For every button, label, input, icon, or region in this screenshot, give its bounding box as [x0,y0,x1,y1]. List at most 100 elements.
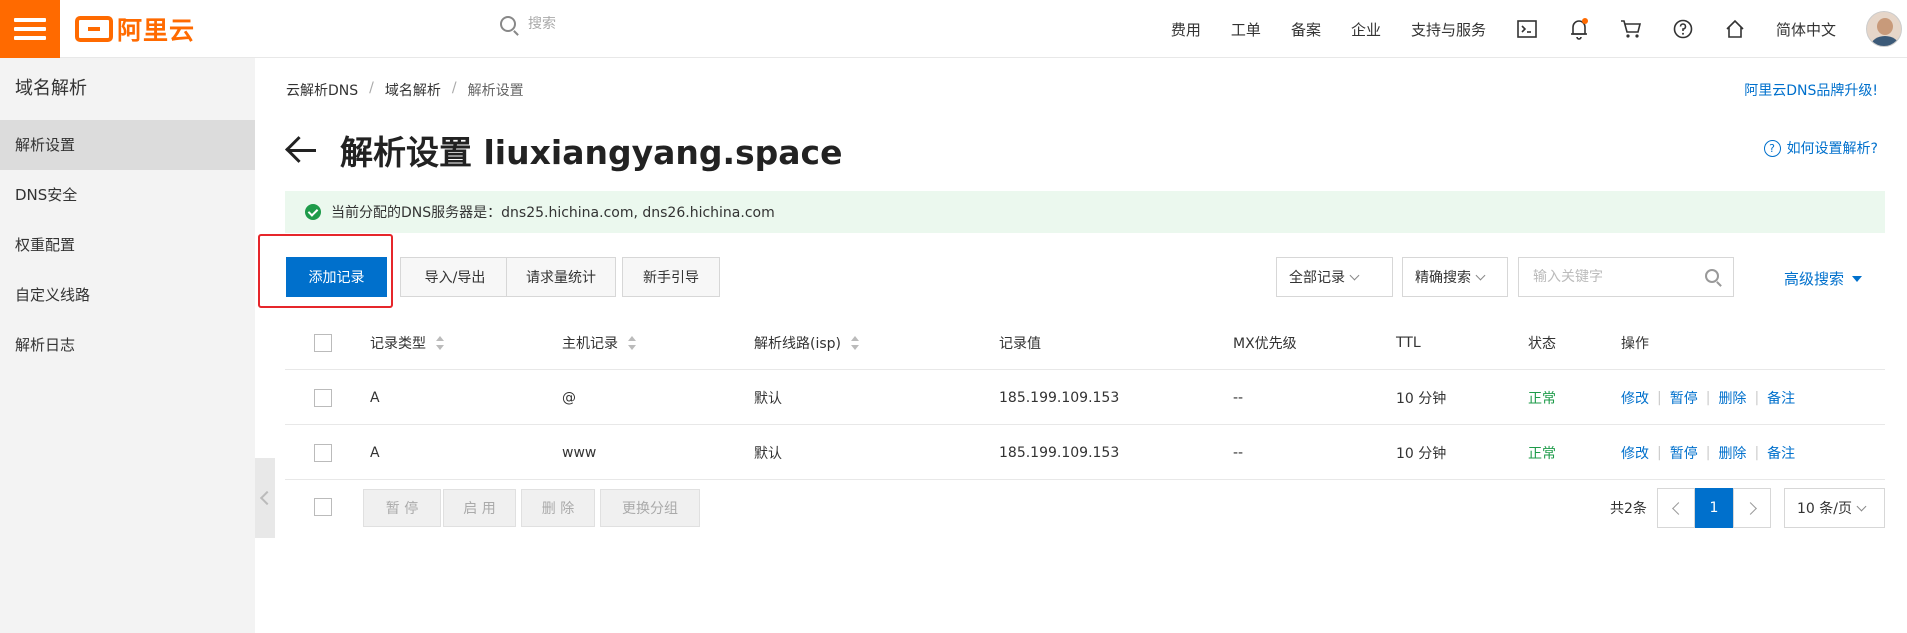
back-arrow-icon[interactable] [286,135,320,165]
add-record-button[interactable]: 添加记录 [286,257,387,297]
keyword-search-box[interactable] [1518,257,1734,297]
bulk-pause-button[interactable]: 暂 停 [363,489,441,527]
nav-tickets[interactable]: 工单 [1231,19,1261,40]
cell-status: 正常 [1528,390,1556,407]
cell-mx: -- [1233,444,1244,461]
records-table: 记录类型 主机记录 解析线路(isp) 记录值 MX优先级 TTL 状态 操作 … [285,315,1885,480]
advanced-search-label: 高级搜索 [1784,270,1845,288]
home-icon[interactable] [1724,18,1746,40]
dns-server-notice: 当前分配的DNS服务器是：dns25.hichina.com, dns26.hi… [285,191,1885,233]
remark-link[interactable]: 备注 [1767,388,1795,408]
avatar[interactable] [1866,11,1902,47]
cell-type: A [370,389,380,406]
table-header: 记录类型 主机记录 解析线路(isp) 记录值 MX优先级 TTL 状态 操作 [285,315,1885,370]
question-icon: ? [1763,139,1781,157]
help-link-label: 如何设置解析? [1786,141,1878,157]
language-switcher[interactable]: 简体中文 [1776,19,1836,40]
menu-button[interactable] [0,0,60,58]
cell-actions: 修改 | 暂停 | 删除 | 备注 [1621,388,1796,408]
remark-link[interactable]: 备注 [1767,443,1795,463]
search-mode-select[interactable]: 精确搜索 [1402,257,1508,297]
sidebar-item-dns-security[interactable]: DNS安全 [0,170,255,220]
chevron-down-icon [1856,501,1867,511]
chevron-down-icon [1349,270,1360,280]
sidebar-item-dns-settings[interactable]: 解析设置 [0,120,255,170]
cell-mx: -- [1233,389,1244,406]
search-icon [500,16,516,32]
page-header: 解析设置 liuxiangyang.space [286,126,843,174]
cell-host: @ [562,389,576,406]
cell-ttl: 10 分钟 [1396,390,1447,407]
nav-icp[interactable]: 备案 [1291,19,1321,40]
help-circle-icon[interactable] [1672,18,1694,40]
page-title: 解析设置 liuxiangyang.space [340,133,843,172]
import-export-button[interactable]: 导入/导出 [400,257,510,297]
brand-upgrade-link[interactable]: 阿里云DNS品牌升级! [1744,80,1878,100]
cell-host: www [562,444,597,461]
prev-page-button[interactable] [1657,488,1695,528]
table-row: A @ 默认 185.199.109.153 -- 10 分钟 正常 修改 | 暂… [285,370,1885,425]
breadcrumb-current: 解析设置 [467,83,524,99]
col-line[interactable]: 解析线路(isp) [754,315,859,370]
nav-support[interactable]: 支持与服务 [1411,19,1486,40]
total-count: 共2条 [1610,501,1647,517]
request-stats-button[interactable]: 请求量统计 [506,257,616,297]
sort-icon [628,335,636,350]
cell-status: 正常 [1528,445,1556,462]
sidebar: 域名解析 解析设置 DNS安全 权重配置 自定义线路 解析日志 [0,58,255,633]
logo-text: 阿里云 [117,16,196,45]
search-input[interactable] [528,16,728,32]
guide-button[interactable]: 新手引导 [622,257,720,297]
col-status: 状态 [1528,335,1556,352]
page-number-current[interactable]: 1 [1695,488,1733,528]
breadcrumb-item[interactable]: 域名解析 [385,80,441,100]
bulk-select-checkbox[interactable] [314,498,332,516]
cell-actions: 修改 | 暂停 | 删除 | 备注 [1621,443,1796,463]
change-group-button[interactable]: 更换分组 [600,489,700,527]
search-icon[interactable] [1705,269,1719,283]
col-mx: MX优先级 [1233,335,1297,352]
sort-icon [851,335,859,350]
delete-link[interactable]: 删除 [1718,388,1746,408]
keyword-input[interactable] [1533,269,1703,285]
advanced-search-toggle[interactable]: 高级搜索 [1784,268,1863,289]
check-circle-icon [305,204,321,220]
aliyun-logo-icon [75,16,113,42]
next-page-button[interactable] [1733,488,1771,528]
sidebar-item-custom-line[interactable]: 自定义线路 [0,270,255,320]
delete-link[interactable]: 删除 [1718,443,1746,463]
col-ttl: TTL [1396,334,1421,351]
notice-text: 当前分配的DNS服务器是：dns25.hichina.com, dns26.hi… [331,205,775,221]
page-size-select[interactable]: 10 条/页 [1784,488,1885,528]
row-checkbox[interactable] [314,388,332,407]
cart-icon[interactable] [1620,18,1642,40]
row-checkbox[interactable] [314,443,332,462]
pause-link[interactable]: 暂停 [1670,388,1698,408]
sidebar-item-weight-config[interactable]: 权重配置 [0,220,255,270]
nav-enterprise[interactable]: 企业 [1351,19,1381,40]
nav-billing[interactable]: 费用 [1171,19,1201,40]
col-record-type[interactable]: 记录类型 [370,315,444,370]
edit-link[interactable]: 修改 [1621,388,1649,408]
record-filter-select[interactable]: 全部记录 [1276,257,1393,297]
terminal-icon[interactable] [1516,18,1538,40]
bulk-enable-button[interactable]: 启 用 [443,489,516,527]
cell-line: 默认 [754,445,782,462]
bulk-delete-button[interactable]: 删 除 [521,489,595,527]
help-link[interactable]: ? 如何设置解析? [1763,138,1878,158]
global-search[interactable] [500,16,728,32]
sidebar-collapse-toggle[interactable] [255,458,275,538]
logo[interactable]: 阿里云 [75,14,196,45]
caret-down-icon [1852,275,1863,282]
search-mode-value: 精确搜索 [1415,270,1471,286]
pause-link[interactable]: 暂停 [1670,443,1698,463]
breadcrumb-item[interactable]: 云解析DNS [286,80,358,100]
edit-link[interactable]: 修改 [1621,443,1649,463]
sidebar-item-dns-log[interactable]: 解析日志 [0,320,255,370]
col-value: 记录值 [999,335,1041,352]
select-all-checkbox[interactable] [314,333,332,352]
col-host[interactable]: 主机记录 [562,315,636,370]
bell-icon[interactable] [1568,18,1590,40]
cell-type: A [370,444,380,461]
hamburger-icon [14,18,46,40]
